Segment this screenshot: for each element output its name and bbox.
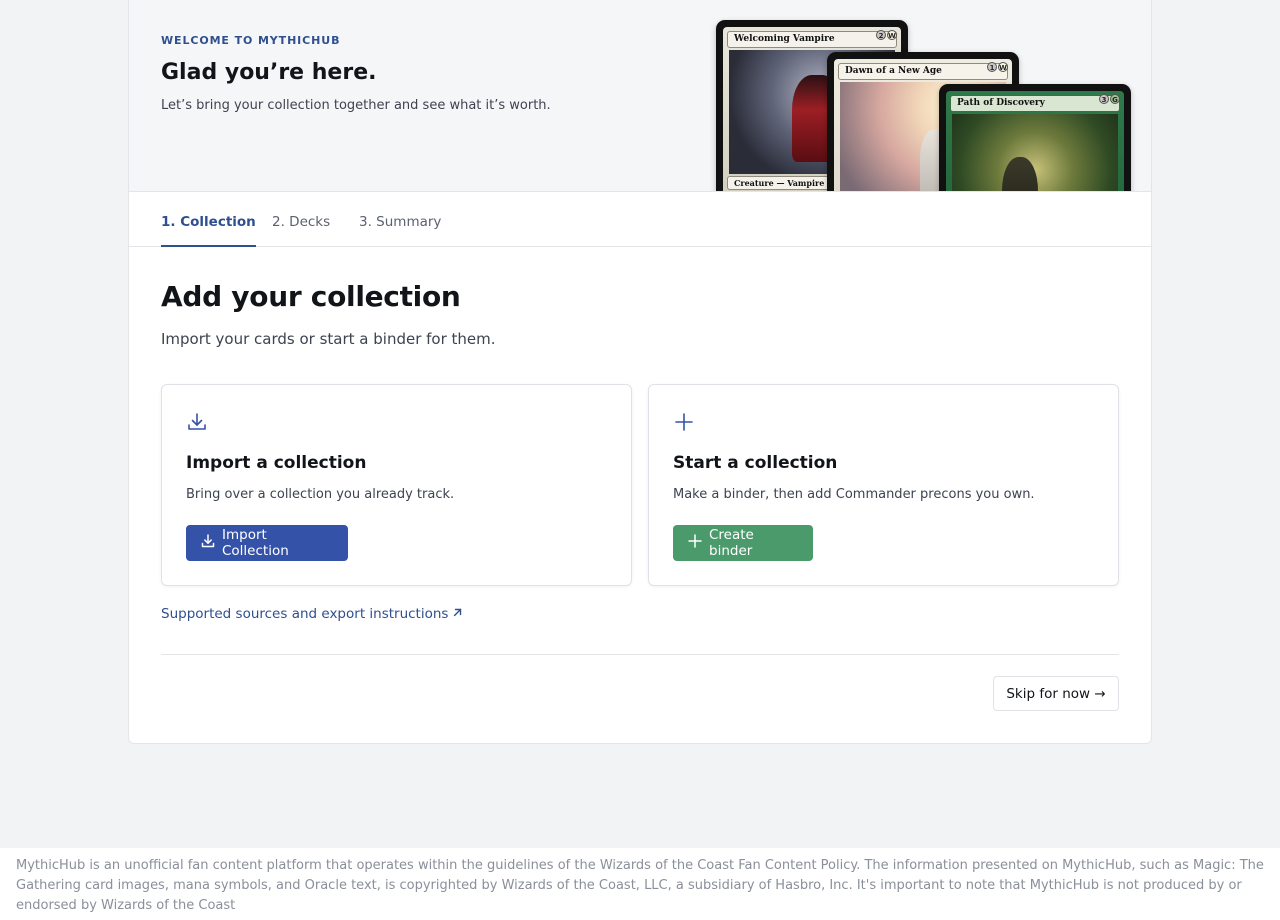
legal-footer: MythicHub is an unofficial fan content p… [0, 848, 1280, 920]
welcome-hero: WELCOME TO MYTHICHUB Glad you’re here. L… [129, 0, 1151, 192]
mana-cost: 3 G [1099, 94, 1120, 104]
mana-symbol: W [887, 30, 897, 40]
card-art [952, 114, 1118, 191]
card-name: Path of Discovery [950, 95, 1120, 112]
mana-symbol: W [998, 62, 1008, 72]
download-icon [186, 411, 208, 433]
create-binder-button[interactable]: Create binder [673, 525, 813, 561]
import-card-description: Bring over a collection you already trac… [186, 487, 455, 502]
hero-eyebrow: WELCOME TO MYTHICHUB [161, 34, 341, 47]
tab-decks[interactable]: 2. Decks [272, 214, 330, 245]
import-collection-button[interactable]: Import Collection [186, 525, 348, 561]
hero-subtitle: Let’s bring your collection together and… [161, 98, 551, 113]
mtg-card-image: Path of Discovery 3 G [939, 84, 1131, 191]
download-icon [200, 533, 216, 553]
mana-symbol: G [1110, 94, 1120, 104]
start-card-title: Start a collection [673, 453, 838, 473]
tab-summary[interactable]: 3. Summary [359, 214, 441, 245]
supported-sources-label: Supported sources and export instruction… [161, 606, 449, 622]
mana-symbol: 2 [876, 30, 886, 40]
mana-symbol: 3 [1099, 94, 1109, 104]
external-link-icon [452, 606, 463, 622]
card-name: Welcoming Vampire [727, 31, 897, 48]
plus-icon [673, 411, 695, 433]
plus-icon [687, 533, 703, 553]
mana-cost: 1 W [987, 62, 1008, 72]
mana-symbol: 1 [987, 62, 997, 72]
card-name: Dawn of a New Age [838, 63, 1008, 80]
start-collection-card: Start a collection Make a binder, then a… [648, 384, 1119, 586]
onboarding-steps-tabs: 1. Collection 2. Decks 3. Summary [129, 192, 1151, 247]
onboarding-panel: WELCOME TO MYTHICHUB Glad you’re here. L… [128, 0, 1152, 744]
tab-collection[interactable]: 1. Collection [161, 214, 256, 247]
mana-cost: 2 W [876, 30, 897, 40]
create-binder-label: Create binder [709, 527, 754, 559]
import-button-label: Import Collection [222, 527, 289, 559]
import-card-title: Import a collection [186, 453, 367, 473]
import-collection-card: Import a collection Bring over a collect… [161, 384, 632, 586]
start-card-description: Make a binder, then add Commander precon… [673, 487, 1035, 502]
hero-title: Glad you’re here. [161, 60, 377, 85]
supported-sources-link[interactable]: Supported sources and export instruction… [161, 606, 463, 622]
skip-for-now-button[interactable]: Skip for now → [993, 676, 1119, 711]
